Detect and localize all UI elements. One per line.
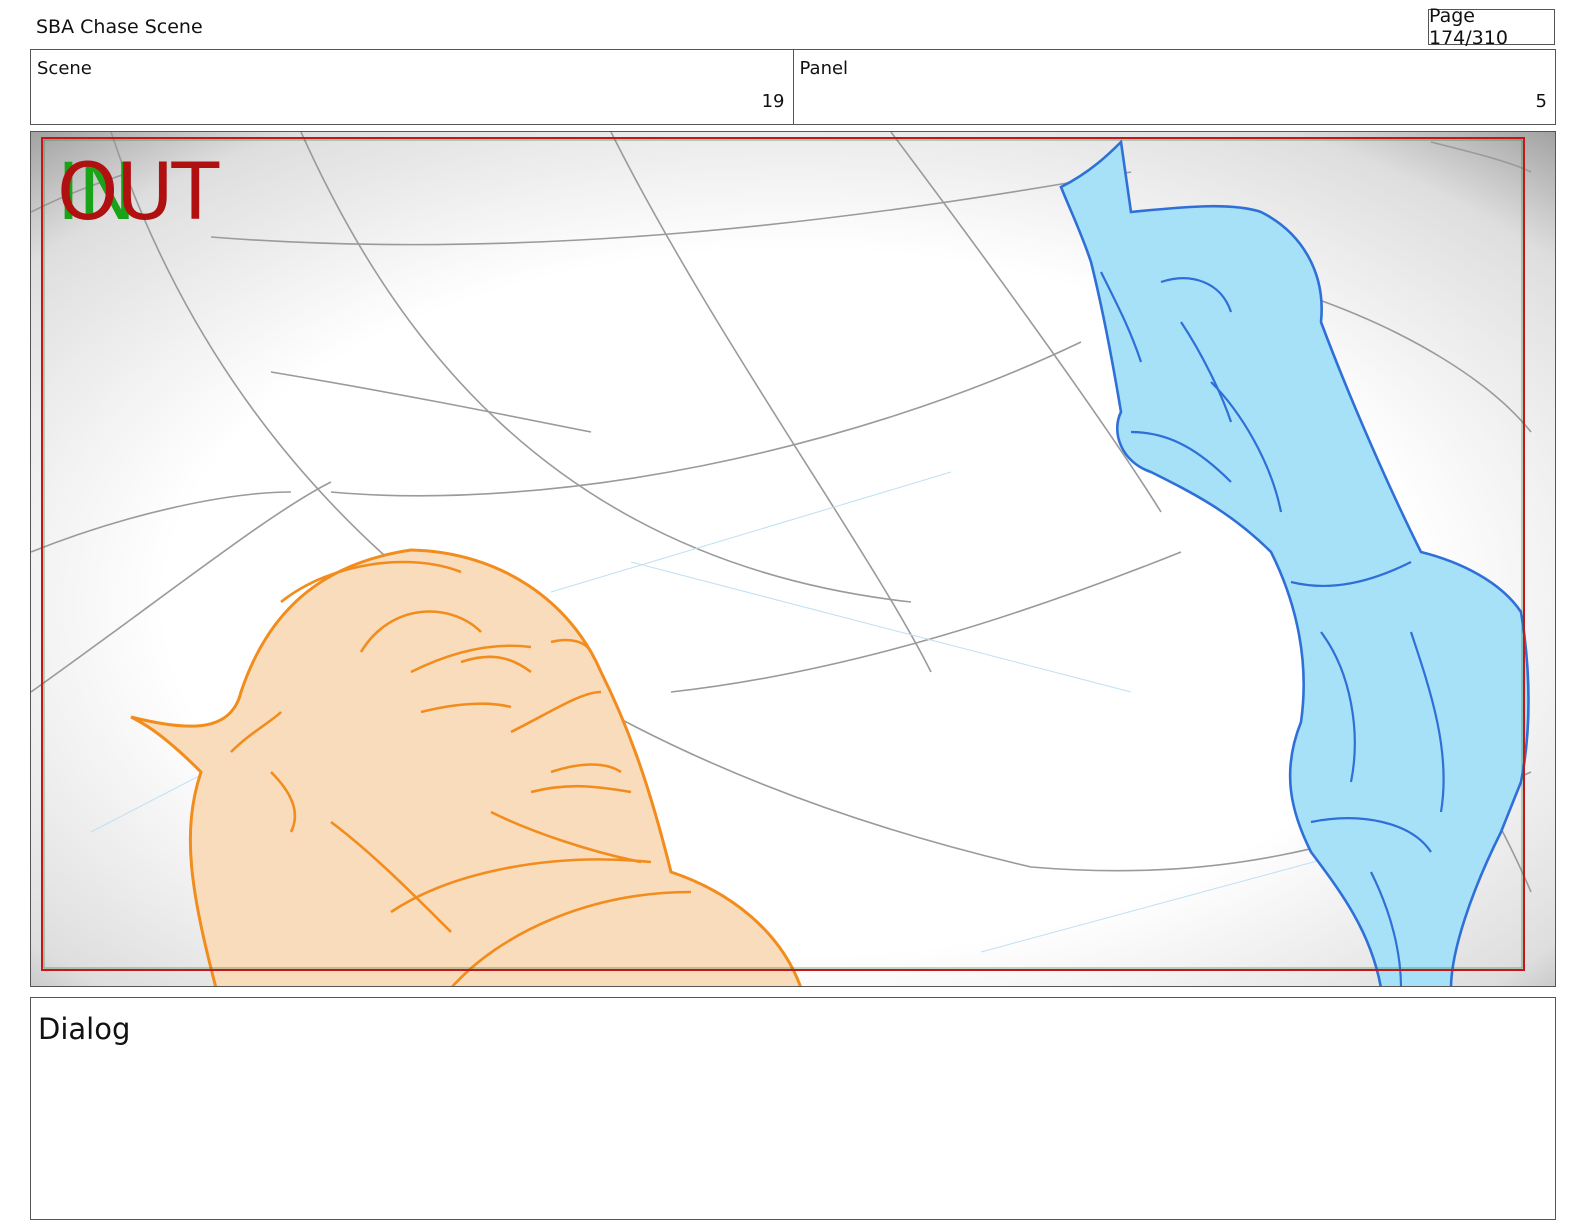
- scene-label: Scene: [37, 58, 92, 79]
- info-row: Scene 19 Panel 5: [30, 49, 1556, 125]
- scene-cell: Scene 19: [31, 50, 793, 124]
- panel-number: 5: [1535, 91, 1547, 112]
- dialog-box: Dialog: [30, 997, 1556, 1220]
- out-marker: OUT: [57, 148, 219, 238]
- panel-cell: Panel 5: [792, 50, 1556, 124]
- page-counter: Page 174/310: [1428, 5, 1555, 49]
- panel-artwork: [31, 132, 1555, 986]
- storyboard-panel: IN OUT: [30, 131, 1556, 987]
- dialog-label: Dialog: [38, 1012, 131, 1046]
- panel-label: Panel: [799, 58, 849, 79]
- document-title: SBA Chase Scene: [36, 16, 203, 38]
- scene-number: 19: [761, 91, 785, 112]
